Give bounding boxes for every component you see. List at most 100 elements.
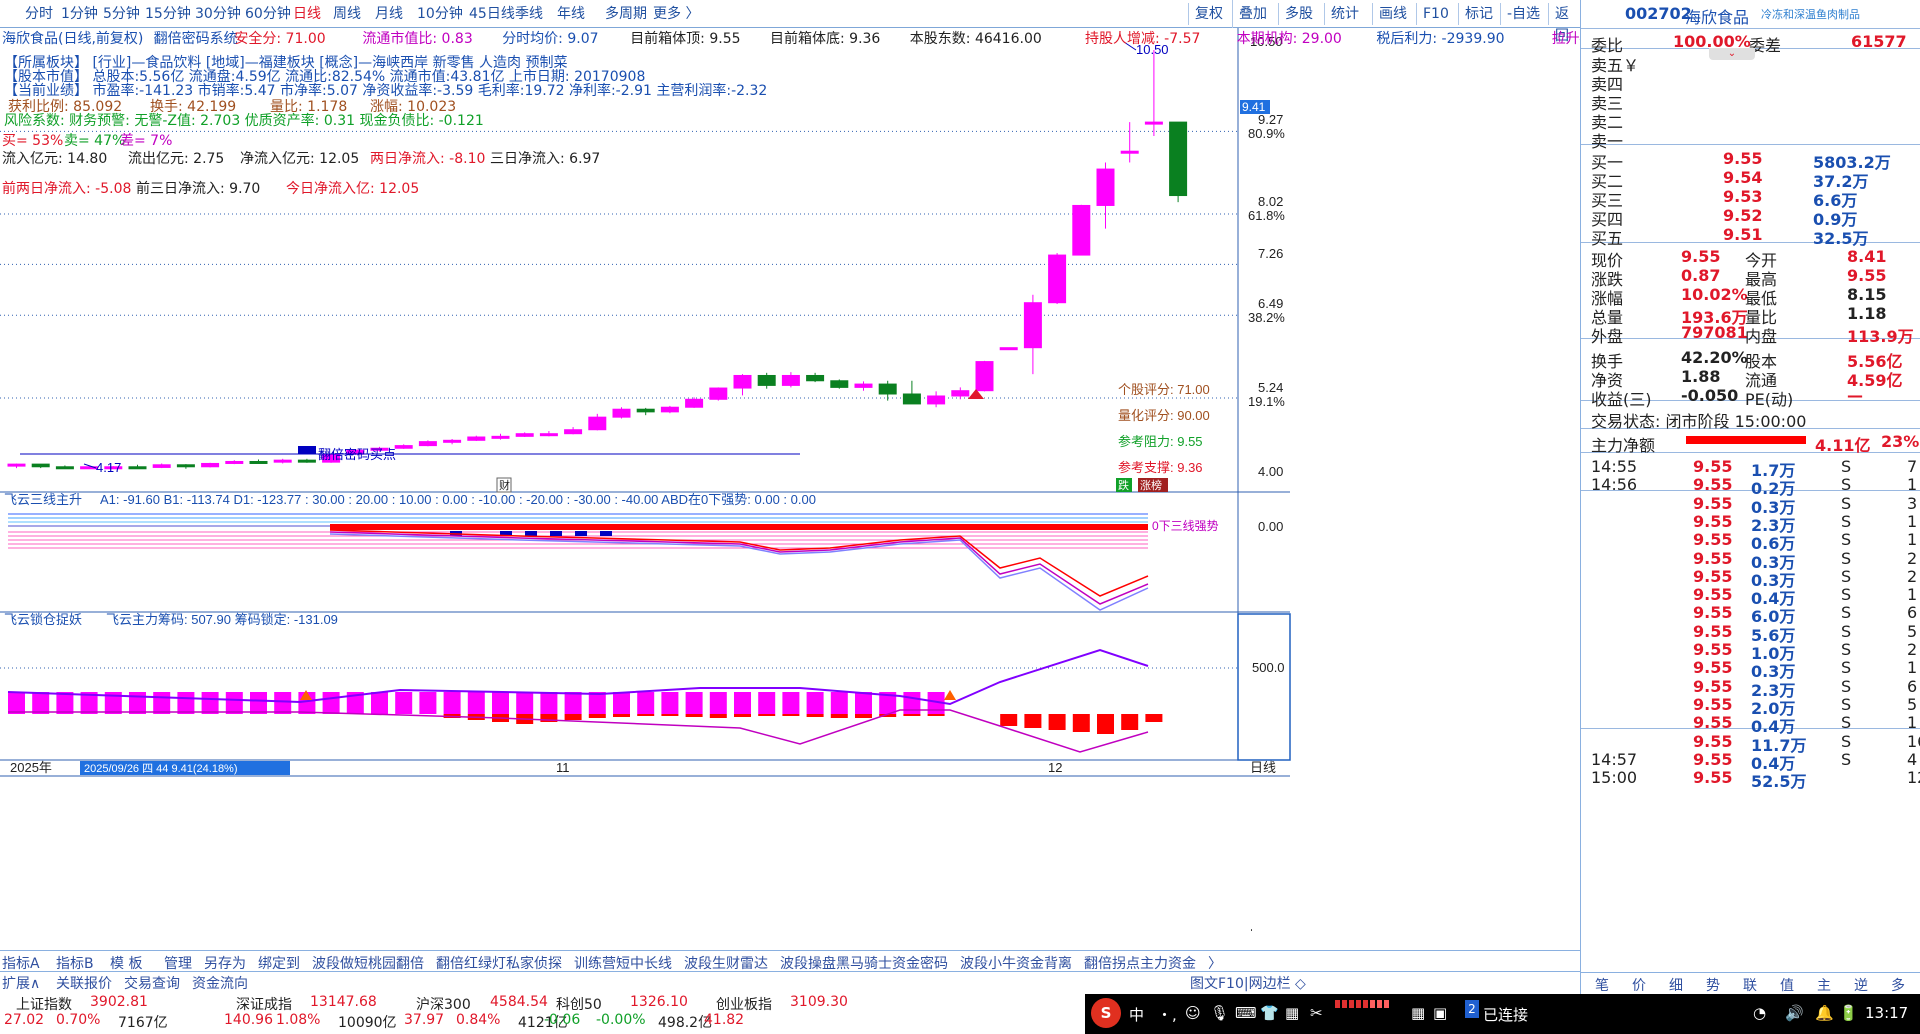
toolbar-btn-3[interactable]: 统计 (1324, 3, 1365, 25)
period-tab-9[interactable]: 10分钟 (414, 3, 466, 25)
right-tab-8[interactable]: 多 (1891, 975, 1905, 995)
indicator2-values: 飞云主力筹码: 507.90 筹码锁定: -131.09 (106, 612, 338, 627)
indicator-tab-10[interactable]: 波段操盘黑马骑士资金密码 (780, 953, 948, 973)
indicator-tab-9[interactable]: 波段生财雷达 (684, 953, 768, 973)
ext-tab-1[interactable]: 关联报价 (56, 973, 112, 993)
index-name-3[interactable]: 科创50 (556, 994, 602, 1014)
period-tab-6[interactable]: 日线 (290, 3, 324, 25)
index-name-1[interactable]: 深证成指 (236, 994, 292, 1014)
indicator-tab-4[interactable]: 另存为 (204, 953, 246, 973)
keyboard-icon[interactable]: ⌨ (1235, 1004, 1257, 1022)
price-axis-label: 5.24 (1258, 380, 1283, 395)
shirt-icon[interactable]: 👕 (1260, 1004, 1279, 1022)
toolbar-btn-4[interactable]: 画线 (1372, 3, 1413, 25)
right-bottom-tabs: 笔价细势联值主逆多 (1581, 972, 1920, 994)
ind2-bar (782, 692, 800, 714)
indicator-tab-12[interactable]: 翻倍拐点主力资金 (1084, 953, 1196, 973)
ind1-line-c (329, 533, 1149, 611)
cell: 15:00 (1591, 768, 1638, 788)
sogou-icon[interactable]: S (1091, 998, 1121, 1028)
punct-icon[interactable]: ・, (1157, 1004, 1177, 1025)
candle-body (709, 387, 728, 400)
toolbar-btn-5[interactable]: F10 (1416, 3, 1455, 25)
ind2-neg-bar (709, 714, 727, 718)
indicator-tab-5[interactable]: 绑定到 (258, 953, 300, 973)
indicator-tab-3[interactable]: 管理 (164, 953, 192, 973)
index-name-4[interactable]: 创业板指 (716, 994, 772, 1014)
right-tab-6[interactable]: 主 (1817, 975, 1831, 995)
wifi-icon[interactable]: ◔ (1753, 1004, 1766, 1022)
indicator-tab-6[interactable]: 波段做短桃园翻倍 (312, 953, 424, 973)
volume-icon[interactable]: 🔊 (1785, 1004, 1804, 1022)
rise-marker-label: 涨榜 (1140, 478, 1162, 492)
candle-body (176, 464, 195, 468)
ext-tab-2[interactable]: 交易查询 (124, 973, 180, 993)
right-tab-3[interactable]: 势 (1706, 975, 1720, 995)
indicator-tab-8[interactable]: 训练营短中长线 (574, 953, 672, 973)
period-tab-12[interactable]: 年线 (554, 3, 588, 25)
period-tab-4[interactable]: 30分钟 (192, 3, 244, 25)
period-tab-7[interactable]: 周线 (330, 3, 364, 25)
buy-sell-ratio-2: 差= 7% (120, 133, 173, 149)
price-highlight-label: 9.41 (1242, 100, 1266, 114)
mic-icon[interactable]: 🎙 (1210, 1004, 1229, 1022)
kline-chart[interactable]: 10.509.2780.9%8.0261.8%7.266.4938.2%5.24… (0, 28, 1580, 931)
period-tab-11[interactable]: 季线 (512, 3, 546, 25)
notification-icon[interactable]: 🔔 (1815, 1004, 1834, 1022)
ind1-label: 0下三线强势 (1152, 519, 1219, 533)
flow-field-1: 流出亿元: 2.75 (128, 151, 225, 167)
period-tab-1[interactable]: 1分钟 (58, 3, 101, 25)
index-name-2[interactable]: 沪深300 (416, 994, 471, 1014)
grid-icon[interactable]: ▦ (1411, 1004, 1425, 1022)
battery-icon[interactable]: 🔋 (1839, 1004, 1858, 1022)
indicator-tab-11[interactable]: 波段小牛资金背离 (960, 953, 1072, 973)
flow-field-2: 净流入亿元: 12.05 (240, 151, 360, 167)
toolbar-btn-8[interactable]: 返回 (1548, 3, 1580, 44)
ind2-bar (540, 692, 558, 714)
apps-icon[interactable]: ▦ (1285, 1004, 1299, 1022)
indicator-tab-13[interactable]: 〉 (1208, 953, 1222, 973)
right-tab-5[interactable]: 值 (1780, 975, 1794, 995)
net-flow-field-0: 前两日净流入: -5.08 (2, 181, 132, 197)
period-tab-0[interactable]: 分时 (22, 3, 56, 25)
info-field-9: 本期机构: 29.00 (1236, 31, 1342, 47)
indicator-tab-2[interactable]: 模 板 (110, 953, 142, 973)
right-tab-7[interactable]: 逆 (1854, 975, 1868, 995)
right-tab-2[interactable]: 细 (1669, 975, 1683, 995)
toolbar-btn-7[interactable]: -自选 (1500, 3, 1546, 25)
right-tab-0[interactable]: 笔 (1595, 975, 1609, 995)
right-tab-1[interactable]: 价 (1632, 975, 1646, 995)
indicator-tab-0[interactable]: 指标A (2, 953, 40, 973)
cell: 52.5万 (1751, 772, 1807, 792)
period-tab-14[interactable]: 更多 〉 (650, 3, 702, 25)
index-name-0[interactable]: 上证指数 (16, 994, 72, 1014)
toolbar-btn-0[interactable]: 复权 (1188, 3, 1229, 25)
period-tab-10[interactable]: 45日线 (466, 3, 518, 25)
ind2-bar (8, 692, 25, 714)
chip-icon[interactable]: ▣ (1433, 1004, 1447, 1022)
period-tab-8[interactable]: 月线 (372, 3, 406, 25)
toolbar-btn-2[interactable]: 多股 (1278, 3, 1319, 25)
candle-body (733, 374, 752, 389)
period-tab-5[interactable]: 60分钟 (242, 3, 294, 25)
candle-body (951, 390, 970, 397)
ext-tab-0[interactable]: 扩展∧ (2, 973, 40, 993)
indicator-tab-7[interactable]: 翻倍红绿灯私家侦探 (436, 953, 562, 973)
candle-body (757, 374, 776, 386)
ind2-bar (32, 692, 50, 714)
period-tab-13[interactable]: 多周期 (602, 3, 650, 25)
ind2-neg-bar (927, 714, 945, 716)
f10-toggle[interactable]: 图文F10|网边栏 ◇ (1190, 973, 1306, 993)
right-tab-4[interactable]: 联 (1743, 975, 1757, 995)
score-label-3: 参考支撑: 9.36 (1118, 460, 1203, 475)
period-tab-3[interactable]: 15分钟 (142, 3, 194, 25)
indicator-tab-1[interactable]: 指标B (56, 953, 94, 973)
ime-chinese-icon[interactable]: 中 (1129, 1004, 1144, 1025)
trade-status-row: 交易状态: 闭市阶段 15:00:00 (1581, 406, 1920, 431)
ext-tab-3[interactable]: 资金流向 (192, 973, 248, 993)
period-tab-2[interactable]: 5分钟 (100, 3, 143, 25)
tool-icon[interactable]: ✂ (1310, 1004, 1323, 1022)
toolbar-btn-6[interactable]: 标记 (1458, 3, 1499, 25)
ind2-bar (613, 692, 630, 714)
emoji-icon[interactable]: ☺ (1185, 1004, 1201, 1022)
